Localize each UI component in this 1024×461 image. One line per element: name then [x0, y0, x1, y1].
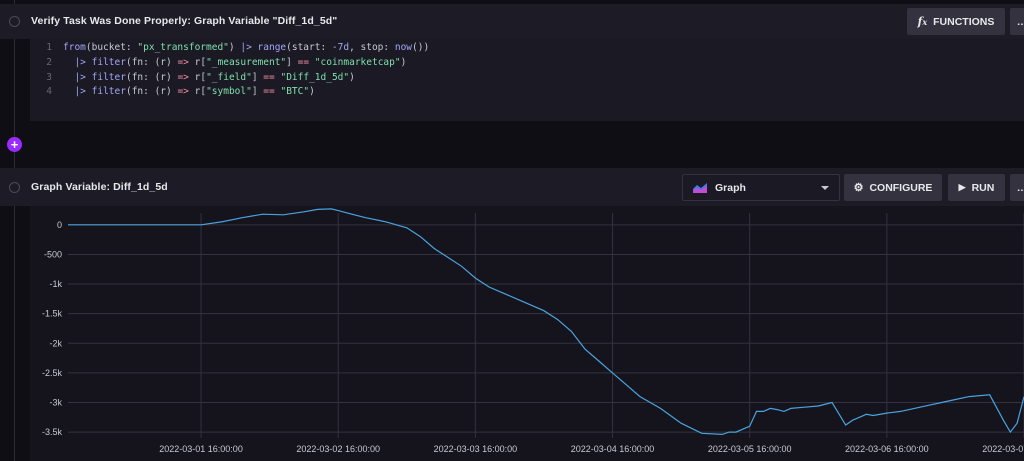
code-token: (bucket:: [85, 42, 138, 53]
gear-icon: ⚙: [853, 182, 864, 194]
code-token: ==: [263, 86, 275, 98]
x-tick-label: 2022-03-02 16:00:00: [296, 444, 380, 454]
code-token: ): [228, 42, 241, 53]
cell-status-dot: [9, 16, 20, 27]
configure-button[interactable]: ⚙ CONFIGURE: [844, 174, 942, 201]
run-button[interactable]: ▶ RUN: [948, 174, 1005, 201]
add-cell-button[interactable]: +: [7, 137, 22, 152]
code-token: (start:: [286, 42, 332, 53]
y-tick-label: 0: [57, 220, 62, 230]
y-tick-label: -1k: [49, 279, 62, 289]
code-token: "_measurement": [206, 56, 287, 68]
y-tick-label: -500: [44, 249, 62, 259]
code-token: ]: [251, 86, 264, 98]
series-line: [68, 208, 1024, 436]
code-text: |> filter(fn: (r) => r["symbol"] == "BTC…: [52, 85, 315, 100]
code-token: now: [394, 42, 413, 53]
code-token: ]: [286, 56, 298, 68]
x-tick-label: 2022-03-07 16:00:00: [982, 444, 1024, 454]
code-token: "_field": [206, 71, 252, 83]
functions-button[interactable]: fx FUNCTIONS: [907, 8, 1005, 35]
chevron-down-icon: [821, 186, 829, 190]
play-icon: ▶: [958, 182, 966, 192]
code-token: (fn: (r): [125, 56, 178, 68]
code-token: -7d: [331, 42, 350, 53]
line-number: 1: [46, 42, 52, 53]
code-token: from: [63, 42, 86, 53]
code-token: "px_transformed": [137, 42, 229, 53]
code-token: ): [309, 86, 315, 98]
function-icon: fx: [917, 15, 928, 28]
y-tick-label: -1.5k: [42, 309, 63, 319]
code-token: r[: [188, 71, 207, 83]
cell-status-dot: [9, 182, 20, 193]
code-token: , stop:: [349, 42, 395, 53]
graph-cell-title[interactable]: Graph Variable: Diff_1d_5d: [31, 181, 168, 193]
code-token: =>: [177, 71, 189, 83]
line-number: 3: [46, 71, 52, 83]
functions-button-label: FUNCTIONS: [933, 15, 995, 28]
query-cell-title[interactable]: Verify Task Was Done Properly: Graph Var…: [31, 15, 337, 27]
y-tick-label: -3.5k: [42, 427, 63, 437]
cell-menu-button[interactable]: …: [1010, 174, 1024, 201]
code-token: filter: [91, 86, 126, 98]
code-token: ): [349, 71, 355, 83]
code-token: |>: [240, 42, 252, 53]
x-tick-label: 2022-03-06 16:00:00: [845, 444, 929, 454]
code-token: "BTC": [280, 86, 310, 98]
code-token: "symbol": [206, 86, 252, 98]
code-token: "Diff_1d_5d": [280, 71, 350, 83]
code-line[interactable]: 4 |> filter(fn: (r) => r["symbol"] == "B…: [30, 85, 429, 100]
code-token: (fn: (r): [125, 86, 178, 98]
code-line[interactable]: 2 |> filter(fn: (r) => r["_measurement"]…: [30, 56, 429, 71]
code-token: |>: [74, 86, 86, 98]
code-editor[interactable]: 1 from(bucket: "px_transformed") |> range…: [30, 41, 429, 100]
y-tick-label: -2.5k: [42, 368, 63, 378]
run-button-label: RUN: [971, 181, 995, 194]
code-line[interactable]: 3 |> filter(fn: (r) => r["_field"] == "D…: [30, 71, 429, 86]
visualization-type-dropdown[interactable]: Graph: [682, 174, 840, 201]
x-tick-label: 2022-03-01 16:00:00: [159, 444, 243, 454]
line-number: 2: [46, 56, 52, 68]
code-token: r[: [188, 86, 207, 98]
code-token: |>: [74, 71, 86, 83]
code-token: "coinmarketcap": [314, 56, 401, 68]
code-token: filter: [91, 56, 126, 68]
y-tick-label: -3k: [49, 397, 62, 407]
code-token: range: [257, 42, 287, 53]
code-text: from(bucket: "px_transformed") |> range(…: [52, 41, 429, 56]
code-token: =>: [177, 86, 189, 98]
cell-menu-button[interactable]: …: [1010, 8, 1024, 35]
code-token: ): [400, 56, 407, 68]
code-token: =>: [177, 56, 189, 68]
line-graph[interactable]: 0 -500 -1k -1.5k -2k -2.5k -3k -3.5k 2022-03-01 …: [30, 206, 1024, 461]
code-token: ==: [297, 56, 310, 68]
code-text: |> filter(fn: (r) => r["_measurement"] =…: [52, 56, 406, 71]
code-token: filter: [91, 71, 126, 83]
code-token: r[: [188, 56, 207, 68]
code-line[interactable]: 1 from(bucket: "px_transformed") |> range…: [30, 41, 429, 56]
code-token: ()): [412, 42, 430, 53]
code-token: |>: [74, 56, 86, 68]
line-number: 4: [46, 86, 52, 98]
x-tick-label: 2022-03-04 16:00:00: [571, 444, 655, 454]
visualization-type-label: Graph: [715, 181, 746, 194]
code-token: (fn: (r): [125, 71, 178, 83]
x-tick-label: 2022-03-03 16:00:00: [434, 444, 518, 454]
code-text: |> filter(fn: (r) => r["_field"] == "Dif…: [52, 71, 355, 86]
y-tick-label: -2k: [49, 338, 62, 348]
x-tick-label: 2022-03-05 16:00:00: [708, 444, 792, 454]
code-token: ]: [251, 71, 264, 83]
configure-button-label: CONFIGURE: [869, 181, 933, 194]
code-token: ==: [263, 71, 275, 83]
graph-icon: [693, 182, 707, 193]
